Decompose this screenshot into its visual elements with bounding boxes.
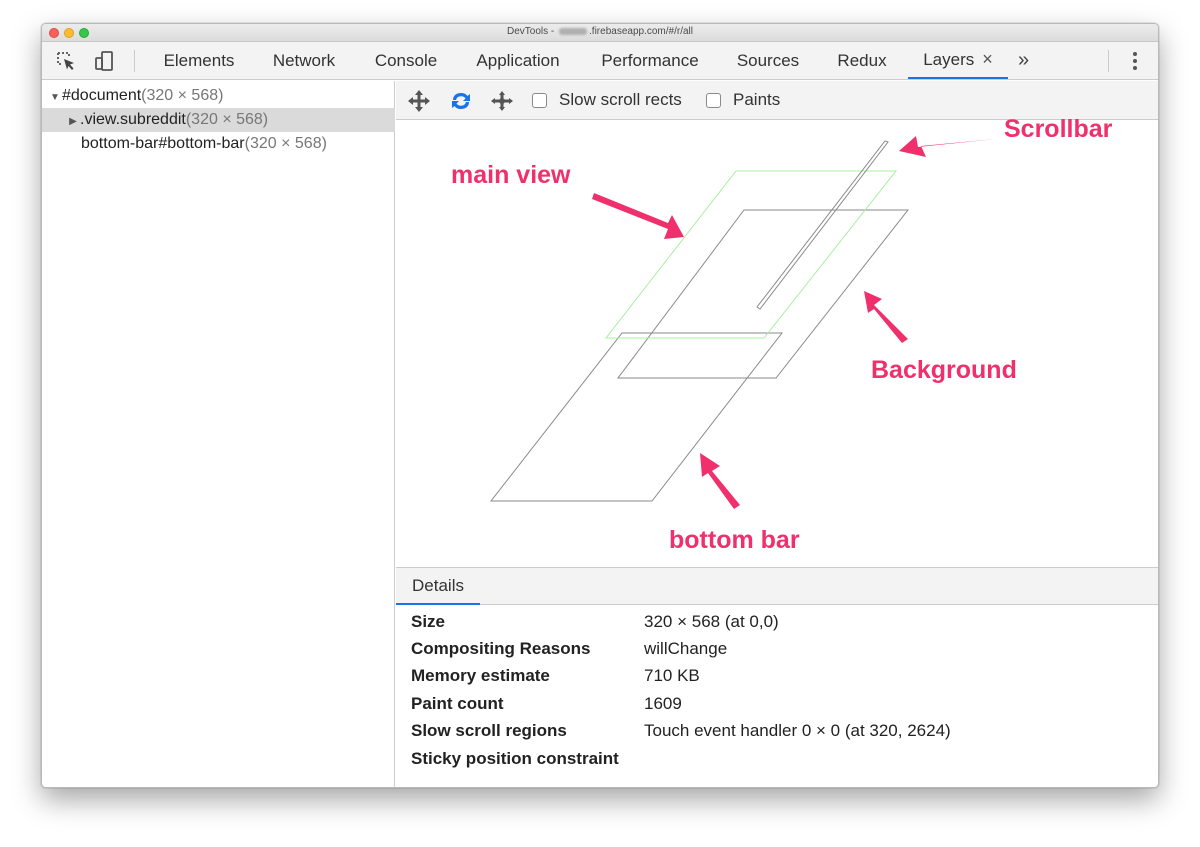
bottom-bar-annotation: bottom bar [669, 526, 800, 554]
tab-sources[interactable]: Sources [726, 42, 810, 79]
tab-layers[interactable]: Layers × [908, 42, 1008, 79]
tab-console[interactable]: Console [362, 42, 450, 79]
slow-scroll-rects-toggle[interactable]: Slow scroll rects [532, 90, 682, 110]
devtools-tab-bar: Elements Network Console Application Per… [42, 42, 1158, 80]
collapsed-triangle-icon[interactable]: ▶ [66, 110, 80, 134]
pan-mode-icon[interactable] [406, 89, 432, 113]
devtools-window: DevTools - .firebaseapp.com/#/r/all Elem… [41, 23, 1159, 788]
title-bar: DevTools - .firebaseapp.com/#/r/all [42, 24, 1158, 42]
tab-elements[interactable]: Elements [150, 42, 248, 79]
background-annotation: Background [871, 356, 1017, 384]
tab-details[interactable]: Details [396, 568, 480, 605]
background-layer[interactable] [617, 209, 910, 379]
expand-triangle-icon[interactable]: ▼ [48, 86, 62, 110]
scrollbar-arrow [899, 136, 996, 157]
customize-menu-icon[interactable] [1130, 52, 1140, 72]
scrollbar-annotation: Scrollbar [1004, 115, 1113, 143]
inspect-element-icon[interactable] [54, 50, 78, 72]
toolbar-divider [1108, 50, 1109, 72]
bottom-bar-arrow [700, 453, 740, 509]
background-arrow [864, 291, 908, 343]
main-view-annotation: main view [451, 161, 571, 189]
tab-performance[interactable]: Performance [588, 42, 712, 79]
tab-redux[interactable]: Redux [826, 42, 898, 79]
tab-application[interactable]: Application [462, 42, 574, 79]
paints-checkbox[interactable] [706, 92, 721, 108]
toolbar-divider [134, 50, 135, 72]
paints-toggle[interactable]: Paints [706, 90, 780, 110]
layers-3d-viewport[interactable]: Scrollbar main view Background bottom ba… [396, 115, 1158, 567]
redacted-text [559, 27, 588, 35]
bottom-bar-layer[interactable] [489, 332, 784, 502]
tab-network[interactable]: Network [258, 42, 350, 79]
close-tab-icon[interactable]: × [982, 49, 993, 70]
slow-scroll-rects-checkbox[interactable] [532, 92, 547, 108]
layer-tree-item[interactable]: bottom-bar#bottom-bar(320 × 568) [42, 132, 395, 156]
more-tabs-icon[interactable]: » [1018, 49, 1029, 72]
device-toolbar-icon[interactable] [92, 50, 116, 72]
main-view-arrow [592, 193, 684, 239]
layers-panel: Slow scroll rects Paints Scrollbar main … [396, 81, 1158, 787]
layer-tree-item[interactable]: ▼ #document(320 × 568) [42, 84, 395, 108]
rotate-mode-icon[interactable] [448, 89, 474, 113]
reset-transform-icon[interactable] [489, 89, 515, 113]
scrollbar-layer[interactable] [756, 140, 889, 310]
window-title: DevTools - .firebaseapp.com/#/r/all [507, 26, 693, 37]
details-pane: Size 320 × 568 (at 0,0) Compositing Reas… [396, 605, 1158, 787]
main-view-layer[interactable] [604, 170, 898, 339]
layer-tree-item[interactable]: ▶ .view.subreddit(320 × 568) [42, 108, 395, 132]
details-tab-bar: Details [396, 567, 1158, 605]
layer-tree-panel: ▼ #document(320 × 568) ▶ .view.subreddit(3… [42, 81, 395, 787]
